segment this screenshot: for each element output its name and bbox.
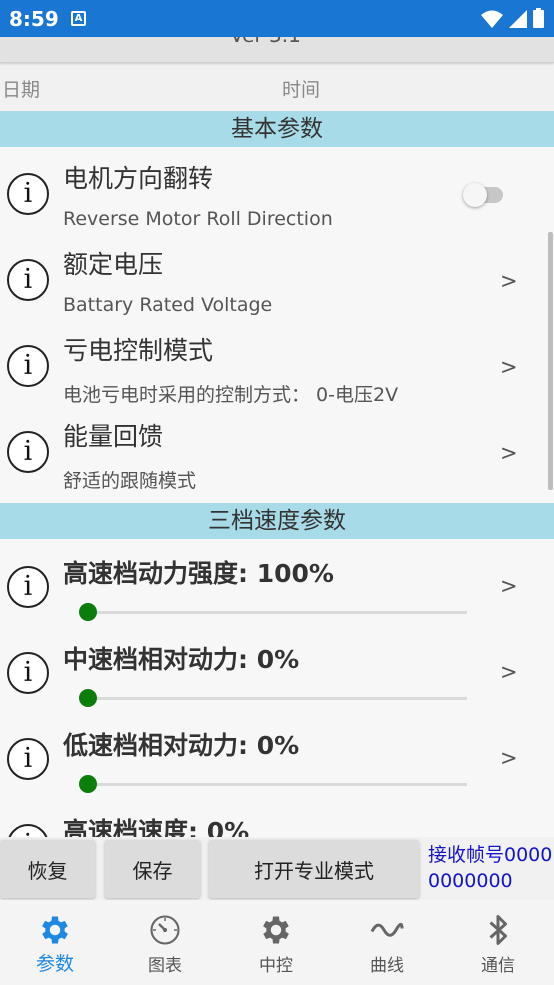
list-item-mid-speed-power[interactable]: i 中速档相对动力: 0% > [0, 630, 548, 716]
nav-tab-curve[interactable]: 曲线 [332, 900, 442, 985]
status-bar: 8:59 A [0, 0, 554, 37]
info-icon[interactable]: i [7, 652, 49, 694]
list-item-high-speed-power[interactable]: i 高速档动力强度: 100% > [0, 544, 548, 630]
item-title: 低速档相对动力: 0% [63, 731, 300, 760]
info-icon[interactable]: i [7, 431, 49, 473]
info-icon[interactable]: i [7, 345, 49, 387]
nav-tab-params[interactable]: 参数 [0, 900, 110, 985]
item-title: 能量回馈 [63, 422, 164, 451]
chevron-right-icon[interactable]: > [500, 746, 518, 770]
restore-button[interactable]: 恢复 [0, 840, 95, 898]
item-subtitle: 电池亏电时采用的控制方式： 0-电压2V [63, 384, 399, 406]
item-subtitle: Reverse Motor Roll Direction [63, 208, 333, 230]
info-icon[interactable]: i [7, 173, 49, 215]
section-header-speed: 三档速度参数 [0, 503, 554, 539]
signal-icon [509, 10, 527, 28]
nav-tab-chart[interactable]: 图表 [110, 900, 220, 985]
gear-icon [263, 916, 289, 944]
time-label: 时间 [282, 79, 321, 101]
list-item-energy-feedback[interactable]: i 能量回馈 舒适的跟随模式 > [0, 405, 548, 492]
bluetooth-icon [489, 915, 507, 945]
mid-speed-power-slider[interactable] [79, 689, 467, 707]
item-title: 中速档相对动力: 0% [63, 645, 300, 674]
chevron-right-icon[interactable]: > [500, 574, 518, 598]
wifi-icon [481, 10, 503, 28]
nav-tab-comm[interactable]: 通信 [443, 900, 553, 985]
slider-thumb[interactable] [79, 775, 97, 793]
dial-icon [150, 915, 180, 945]
item-title: 高速档动力强度: 100% [63, 559, 334, 588]
low-speed-power-slider[interactable] [79, 775, 467, 793]
version-text: Ver 3.1 [230, 37, 301, 47]
list-item-low-speed-power[interactable]: i 低速档相对动力: 0% > [0, 716, 548, 802]
item-title: 电机方向翻转 [63, 164, 214, 193]
info-icon[interactable]: i [7, 824, 49, 837]
high-speed-power-slider[interactable] [79, 603, 467, 621]
toggle-knob [463, 183, 487, 207]
item-title: 亏电控制模式 [63, 336, 214, 365]
date-label: 日期 [2, 79, 41, 101]
datetime-row: 日期 时间 [0, 72, 554, 102]
slider-thumb[interactable] [79, 689, 97, 707]
nav-tab-control[interactable]: 中控 [221, 900, 331, 985]
chevron-right-icon[interactable]: > [500, 660, 518, 684]
reverse-direction-toggle[interactable] [463, 183, 503, 207]
battery-icon [533, 8, 544, 28]
frame-counter: 接收帧号00000000000 [428, 844, 553, 892]
nav-label: 参数 [35, 953, 74, 975]
save-button[interactable]: 保存 [105, 840, 200, 898]
slider-thumb[interactable] [79, 603, 97, 621]
nav-label: 通信 [481, 956, 515, 976]
list-item-rated-voltage[interactable]: i 额定电压 Battary Rated Voltage > [0, 233, 548, 319]
pro-mode-button[interactable]: 打开专业模式 [209, 840, 419, 898]
version-bar: Ver 3.1 [0, 37, 554, 63]
nav-label: 中控 [259, 956, 293, 976]
nav-label: 图表 [148, 956, 182, 976]
info-icon[interactable]: i [7, 566, 49, 608]
status-time: 8:59 [9, 7, 59, 31]
info-icon[interactable]: i [7, 259, 49, 301]
scrollbar[interactable] [548, 232, 553, 490]
nav-label: 曲线 [370, 956, 404, 976]
list-item-reverse-motor[interactable]: i 电机方向翻转 Reverse Motor Roll Direction [0, 147, 548, 233]
item-title: 高速档速度: 0% [63, 817, 250, 837]
info-icon[interactable]: i [7, 738, 49, 780]
list-item-low-battery-mode[interactable]: i 亏电控制模式 电池亏电时采用的控制方式： 0-电压2V > [0, 319, 548, 406]
item-subtitle: Battary Rated Voltage [63, 294, 273, 316]
bottom-navigation: 参数 图表 中控 曲线 通信 [0, 900, 554, 985]
gear-icon [42, 916, 68, 944]
notification-icon: A [71, 11, 86, 26]
chevron-right-icon[interactable]: > [500, 441, 518, 465]
chevron-right-icon[interactable]: > [500, 269, 518, 293]
chevron-right-icon[interactable]: > [500, 355, 518, 379]
section-header-basic: 基本参数 [0, 111, 554, 147]
wave-icon [370, 922, 404, 937]
item-subtitle: 舒适的跟随模式 [63, 470, 197, 492]
list-item-high-speed[interactable]: i 高速档速度: 0% [0, 802, 548, 837]
system-icons [481, 8, 544, 28]
item-title: 额定电压 [63, 250, 164, 279]
parameter-list[interactable]: i 电机方向翻转 Reverse Motor Roll Direction i … [0, 147, 554, 837]
